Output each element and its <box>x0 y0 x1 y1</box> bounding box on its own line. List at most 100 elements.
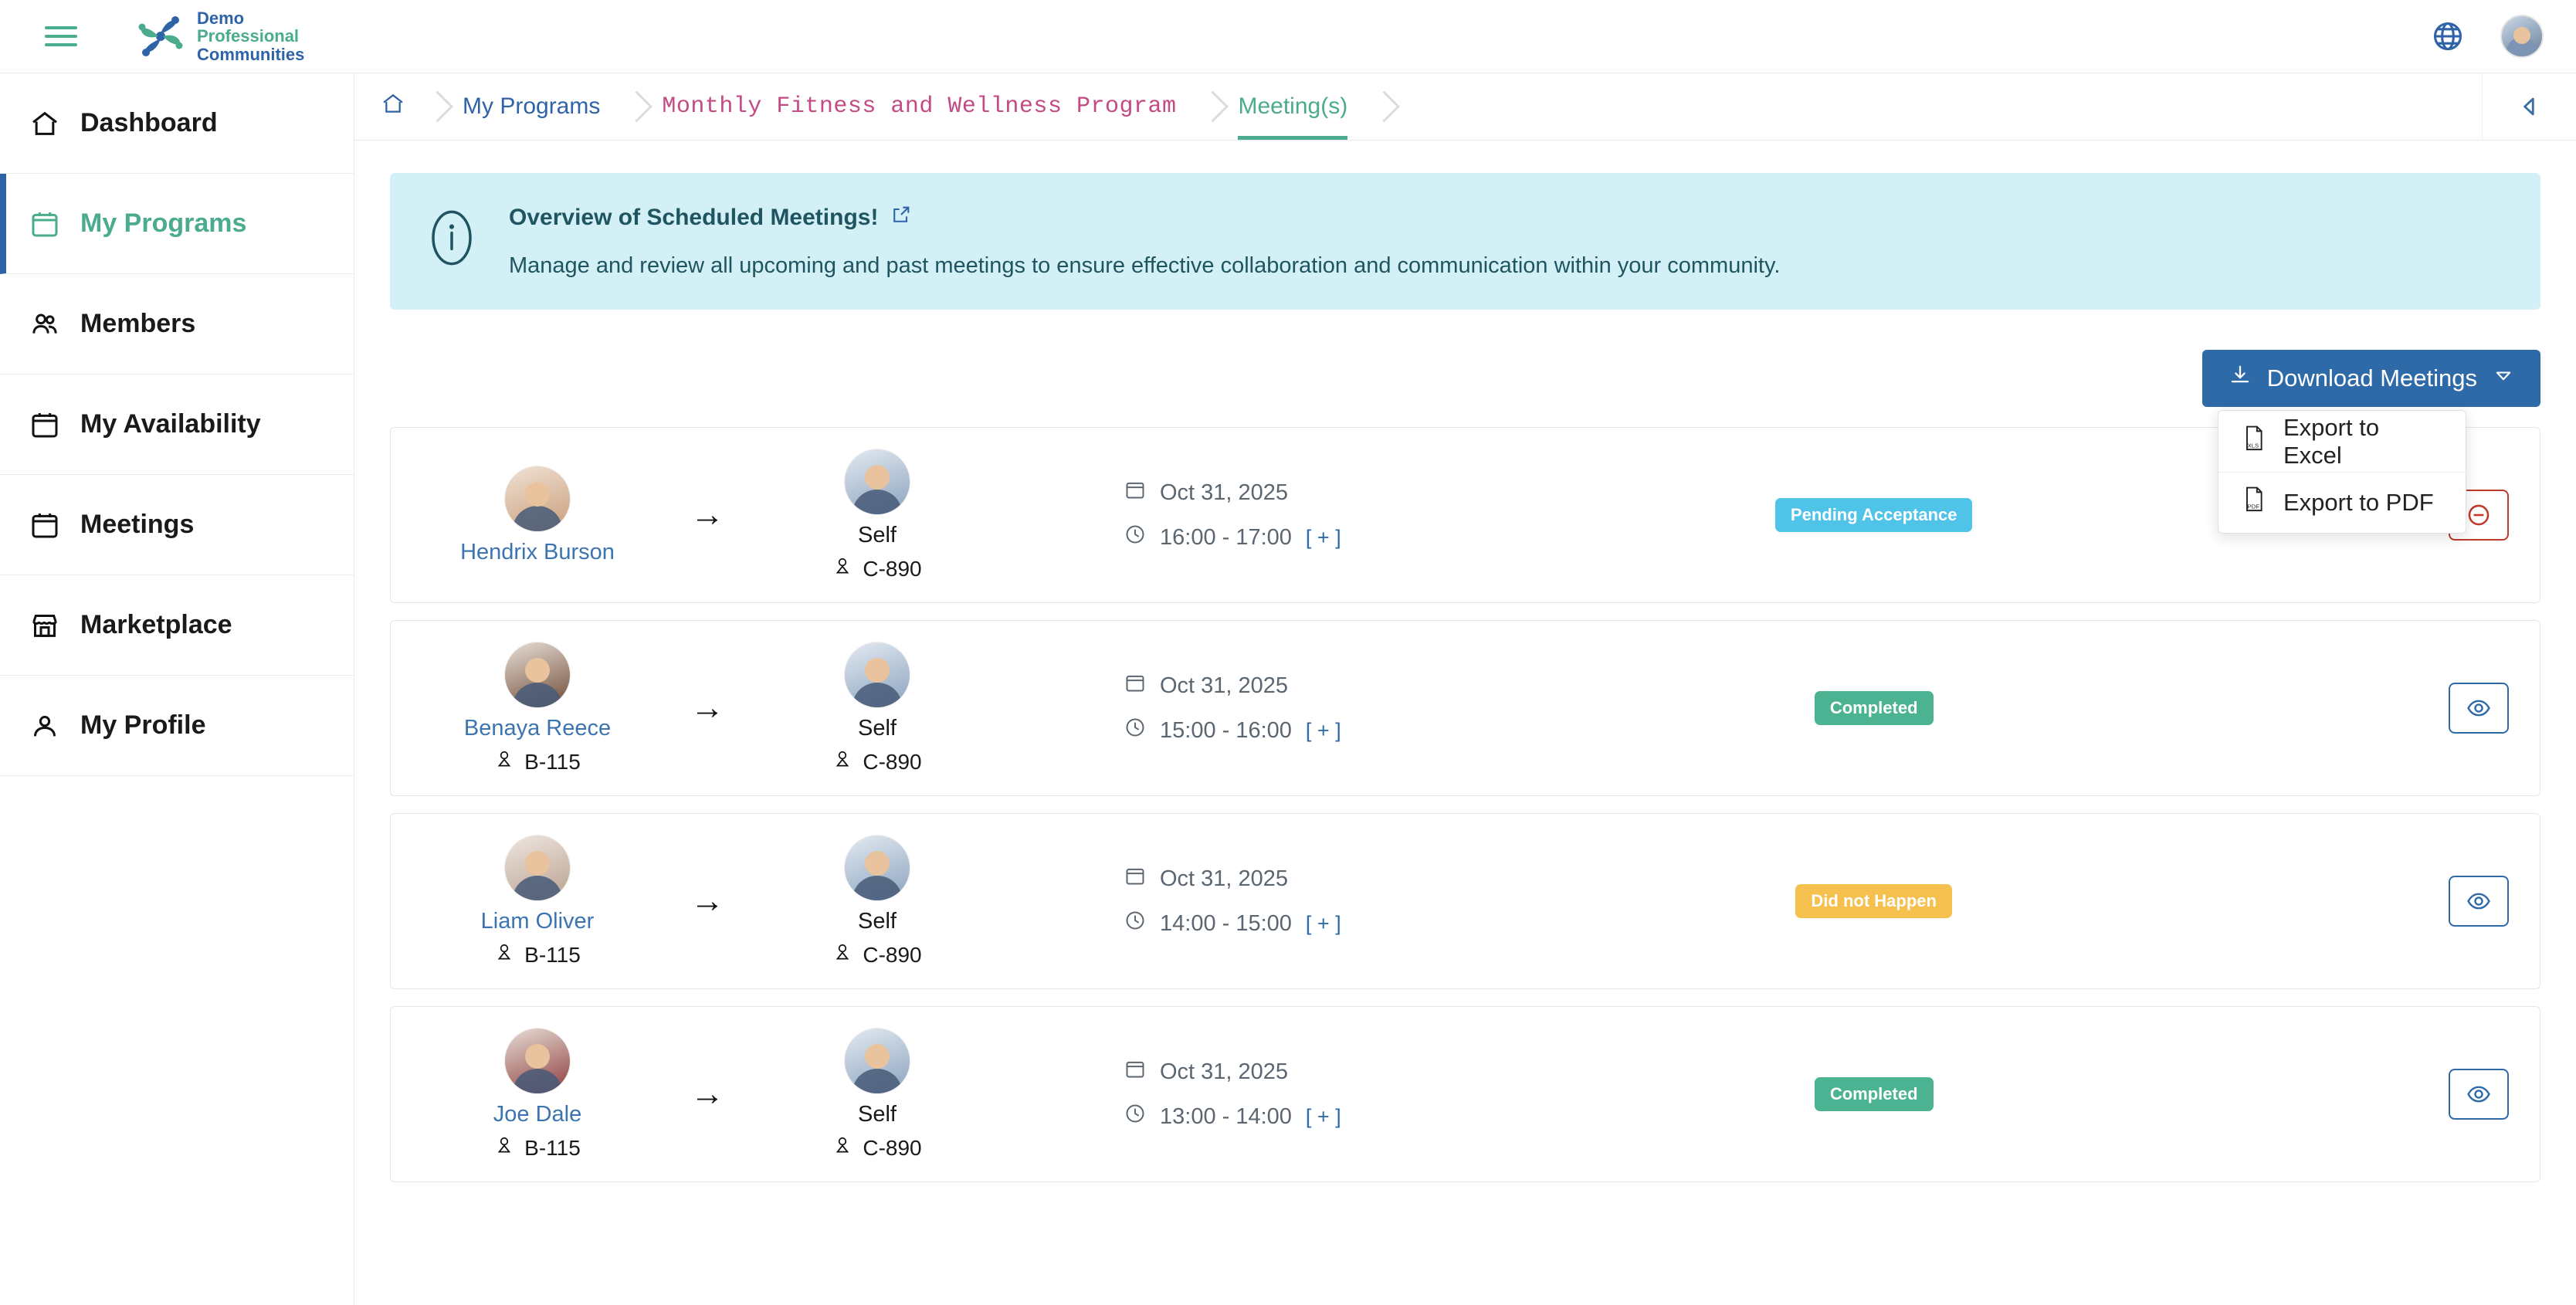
breadcrumb-home[interactable] <box>354 73 432 140</box>
banner-title-text: Overview of Scheduled Meetings! <box>509 205 879 230</box>
avatar <box>844 449 910 515</box>
sidebar-item-my-programs[interactable]: My Programs <box>0 174 354 274</box>
export-to-pdf-item[interactable]: PDF Export to PDF <box>2218 472 2466 533</box>
sidebar-item-label: My Availability <box>80 409 261 439</box>
download-meetings-label: Download Meetings <box>2266 364 2477 392</box>
caret-down-icon <box>2493 364 2514 392</box>
clock-icon <box>1124 717 1146 744</box>
download-icon <box>2229 364 2252 393</box>
sidebar-item-dashboard[interactable]: Dashboard <box>0 73 354 174</box>
calendar-icon <box>1124 1058 1146 1086</box>
arrow-right-icon: → <box>690 689 724 727</box>
hamburger-icon[interactable] <box>45 26 77 46</box>
row-actions <box>2449 876 2509 927</box>
meeting-from-name[interactable]: Hendrix Burson <box>460 540 615 565</box>
external-link-icon[interactable] <box>890 204 912 232</box>
expand-time-button[interactable]: [ + ] <box>1306 912 1341 936</box>
breadcrumb-item-meetings[interactable]: Meeting(s) <box>1207 73 1378 140</box>
user-circle-icon <box>29 710 60 741</box>
meeting-from-party: Joe Dale B-115 <box>422 1028 653 1161</box>
export-to-excel-label: Export to Excel <box>2283 413 2380 469</box>
view-meeting-button[interactable] <box>2449 876 2509 927</box>
status-badge-cell: Completed <box>1743 691 2005 725</box>
banner-title: Overview of Scheduled Meetings! <box>509 204 1780 232</box>
logo-mark-icon <box>135 11 186 62</box>
brand-logo[interactable]: Demo Professional Communities <box>135 9 304 63</box>
brand-line-2: Professional <box>197 26 300 46</box>
meeting-date-label: Oct 31, 2025 <box>1160 673 1289 698</box>
person-pin-icon <box>832 749 852 775</box>
meeting-to-id-label: C-890 <box>863 942 922 967</box>
sidebar-item-my-profile[interactable]: My Profile <box>0 676 354 776</box>
sidebar-item-meetings[interactable]: Meetings <box>0 475 354 575</box>
export-to-excel-item[interactable]: XLS Export to Excel <box>2218 411 2466 472</box>
storefront-icon <box>29 610 60 641</box>
table-row: Joe Dale B-115 → Self C-890 Oct 31, 2025… <box>390 1006 2540 1182</box>
breadcrumb-label: Meeting(s) <box>1238 93 1348 119</box>
arrow-right-icon: → <box>690 1075 724 1113</box>
brand-line-1: Demo <box>197 8 245 29</box>
avatar[interactable] <box>2500 15 2544 58</box>
clock-icon <box>1124 524 1146 551</box>
meeting-to-name: Self <box>858 523 897 547</box>
users-icon <box>29 309 60 340</box>
sidebar-item-label: Dashboard <box>80 108 218 137</box>
avatar <box>504 642 571 708</box>
breadcrumb-item-my-programs[interactable]: My Programs <box>432 73 631 140</box>
banner-description: Manage and review all upcoming and past … <box>509 253 1781 278</box>
globe-icon[interactable] <box>2431 19 2465 53</box>
meeting-to-name: Self <box>858 909 897 934</box>
sidebar: Dashboard My Programs Members My Availab… <box>0 73 354 1305</box>
meeting-from-id: B-115 <box>494 749 581 775</box>
info-banner: Overview of Scheduled Meetings! Manage a… <box>390 173 2540 310</box>
meeting-time: 16:00 - 17:00 [ + ] <box>1124 524 1341 551</box>
status-badge-cell: Pending Acceptance <box>1743 498 2005 532</box>
expand-time-button[interactable]: [ + ] <box>1306 1105 1341 1129</box>
table-row: Liam Oliver B-115 → Self C-890 Oct 31, 2… <box>390 813 2540 989</box>
brand-line-3: Communities <box>197 44 305 64</box>
meeting-from-name[interactable]: Benaya Reece <box>464 716 611 741</box>
caret-left-icon[interactable] <box>2482 73 2576 140</box>
meeting-time-label: 16:00 - 17:00 <box>1160 524 1292 550</box>
svg-text:XLS: XLS <box>2248 442 2259 449</box>
person-pin-icon <box>494 1135 514 1161</box>
expand-time-button[interactable]: [ + ] <box>1306 719 1341 743</box>
meeting-from-name[interactable]: Liam Oliver <box>481 909 595 934</box>
info-circle-icon <box>427 207 476 273</box>
sidebar-item-marketplace[interactable]: Marketplace <box>0 575 354 676</box>
meeting-from-name[interactable]: Joe Dale <box>493 1102 581 1127</box>
sidebar-item-label: Members <box>80 309 196 338</box>
breadcrumb-item-program-title[interactable]: Monthly Fitness and Wellness Program <box>631 73 1207 140</box>
view-meeting-button[interactable] <box>2449 1069 2509 1120</box>
clock-icon <box>1124 1103 1146 1130</box>
sidebar-item-members[interactable]: Members <box>0 274 354 375</box>
meeting-datetime: Oct 31, 2025 14:00 - 15:00 [ + ] <box>1124 865 1341 937</box>
meeting-to-id: C-890 <box>832 1135 922 1161</box>
breadcrumb-label: Monthly Fitness and Wellness Program <box>662 93 1177 120</box>
calendar-icon <box>1124 479 1146 507</box>
expand-time-button[interactable]: [ + ] <box>1306 526 1341 550</box>
meeting-to-id-label: C-890 <box>863 556 922 581</box>
view-meeting-button[interactable] <box>2449 683 2509 734</box>
status-badge: Completed <box>1814 1077 1934 1111</box>
meeting-datetime: Oct 31, 2025 16:00 - 17:00 [ + ] <box>1124 479 1341 551</box>
person-pin-icon <box>832 942 852 968</box>
breadcrumb-label: My Programs <box>463 93 601 119</box>
download-meetings-button[interactable]: Download Meetings <box>2201 350 2540 407</box>
download-dropdown-menu: XLS Export to Excel PDF Export to PDF <box>2218 410 2466 534</box>
meeting-to-id: C-890 <box>832 556 922 581</box>
status-badge: Completed <box>1814 691 1934 725</box>
meeting-from-id-label: B-115 <box>524 942 581 967</box>
meeting-datetime: Oct 31, 2025 13:00 - 14:00 [ + ] <box>1124 1058 1341 1130</box>
meeting-to-party: Self C-890 <box>761 835 993 968</box>
meeting-time-label: 15:00 - 16:00 <box>1160 717 1292 743</box>
sidebar-item-label: My Profile <box>80 710 206 740</box>
meeting-to-name: Self <box>858 1102 897 1127</box>
row-actions <box>2449 1069 2509 1120</box>
sidebar-item-my-availability[interactable]: My Availability <box>0 375 354 475</box>
meeting-to-id-label: C-890 <box>863 1135 922 1160</box>
meeting-to-party: Self C-890 <box>761 642 993 775</box>
meeting-time-label: 13:00 - 14:00 <box>1160 1103 1292 1129</box>
meeting-datetime: Oct 31, 2025 15:00 - 16:00 [ + ] <box>1124 672 1341 744</box>
avatar <box>844 1028 910 1094</box>
